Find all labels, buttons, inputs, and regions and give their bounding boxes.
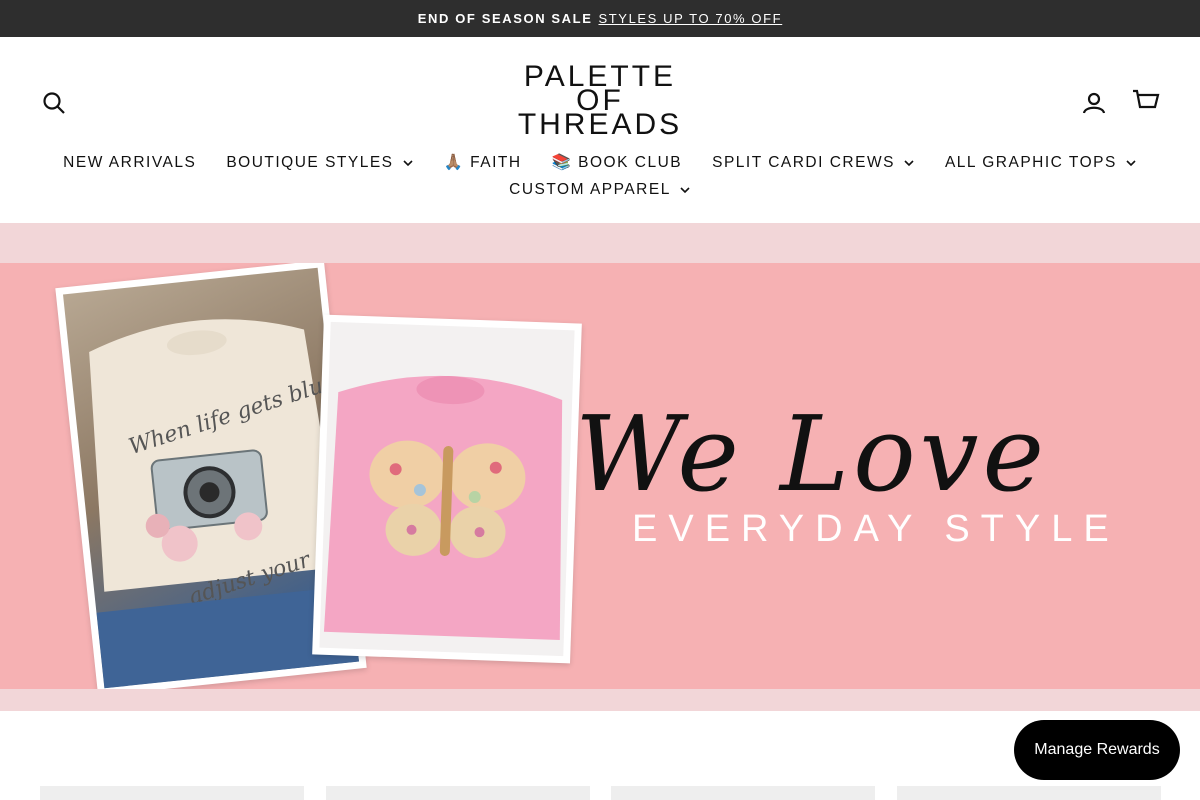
site-header: PALETTE OF THREADS NEW ARRIVALS BOUTIQUE… bbox=[0, 37, 1200, 223]
nav-label: 🙏🏽 FAITH bbox=[443, 154, 522, 171]
nav-item-book-club[interactable]: 📚 BOOK CLUB bbox=[537, 149, 698, 176]
product-tile[interactable] bbox=[326, 786, 590, 800]
nav-label: ALL GRAPHIC TOPS bbox=[944, 153, 1117, 171]
cart-button[interactable] bbox=[1131, 87, 1161, 117]
chevron-down-icon bbox=[1126, 159, 1136, 166]
hero-banner[interactable]: When life gets blurry adjust your We Lov… bbox=[0, 263, 1200, 689]
manage-rewards-button[interactable]: Manage Rewards bbox=[1014, 720, 1180, 780]
product-tile[interactable] bbox=[897, 786, 1161, 800]
main-nav: NEW ARRIVALS BOUTIQUE STYLES 🙏🏽 FAITH 📚 … bbox=[0, 149, 1200, 203]
site-logo[interactable]: PALETTE OF THREADS bbox=[500, 62, 700, 141]
logo-line: THREADS bbox=[517, 108, 683, 141]
cart-icon bbox=[1133, 89, 1160, 109]
account-icon bbox=[1082, 92, 1106, 114]
nav-item-faith[interactable]: 🙏🏽 FAITH bbox=[429, 149, 537, 176]
nav-label: 📚 BOOK CLUB bbox=[551, 154, 683, 171]
product-tile[interactable] bbox=[611, 786, 875, 800]
hero-tagline: EVERYDAY STYLE bbox=[632, 508, 1120, 550]
butterfly-sweatshirt-illustration bbox=[323, 375, 563, 641]
photo-image bbox=[319, 321, 575, 657]
nav-item-custom-apparel[interactable]: CUSTOM APPAREL bbox=[494, 176, 706, 203]
announcement-link[interactable]: STYLES UP TO 70% OFF bbox=[598, 11, 782, 26]
search-icon bbox=[43, 92, 65, 114]
nav-row-1: NEW ARRIVALS BOUTIQUE STYLES 🙏🏽 FAITH 📚 … bbox=[0, 149, 1200, 176]
nav-label: CUSTOM APPAREL bbox=[509, 180, 671, 198]
hero-band-bottom bbox=[0, 689, 1200, 711]
chevron-down-icon bbox=[402, 159, 413, 166]
hero-script-headline: We Love bbox=[575, 393, 1048, 515]
sweatshirt-photo-butterfly bbox=[312, 314, 582, 664]
hero-band-top bbox=[0, 223, 1200, 263]
announcement-bar: END OF SEASON SALE STYLES UP TO 70% OFF bbox=[0, 0, 1200, 37]
announcement-label: END OF SEASON SALE bbox=[417, 11, 593, 26]
nav-item-split-cardi-crews[interactable]: SPLIT CARDI CREWS bbox=[697, 149, 930, 176]
account-button[interactable] bbox=[1079, 88, 1109, 118]
nav-label: NEW ARRIVALS bbox=[63, 153, 197, 171]
nav-row-2: CUSTOM APPAREL bbox=[0, 176, 1200, 203]
search-button[interactable] bbox=[39, 88, 69, 118]
nav-label: SPLIT CARDI CREWS bbox=[712, 153, 895, 171]
chevron-down-icon bbox=[904, 159, 914, 166]
nav-item-new-arrivals[interactable]: NEW ARRIVALS bbox=[48, 149, 211, 176]
product-tile[interactable] bbox=[40, 786, 304, 800]
nav-label: BOUTIQUE STYLES bbox=[226, 153, 394, 171]
nav-item-boutique-styles[interactable]: BOUTIQUE STYLES bbox=[211, 149, 428, 176]
chevron-down-icon bbox=[680, 186, 690, 193]
product-grid-preview bbox=[0, 786, 1200, 800]
nav-item-all-graphic-tops[interactable]: ALL GRAPHIC TOPS bbox=[930, 149, 1152, 176]
